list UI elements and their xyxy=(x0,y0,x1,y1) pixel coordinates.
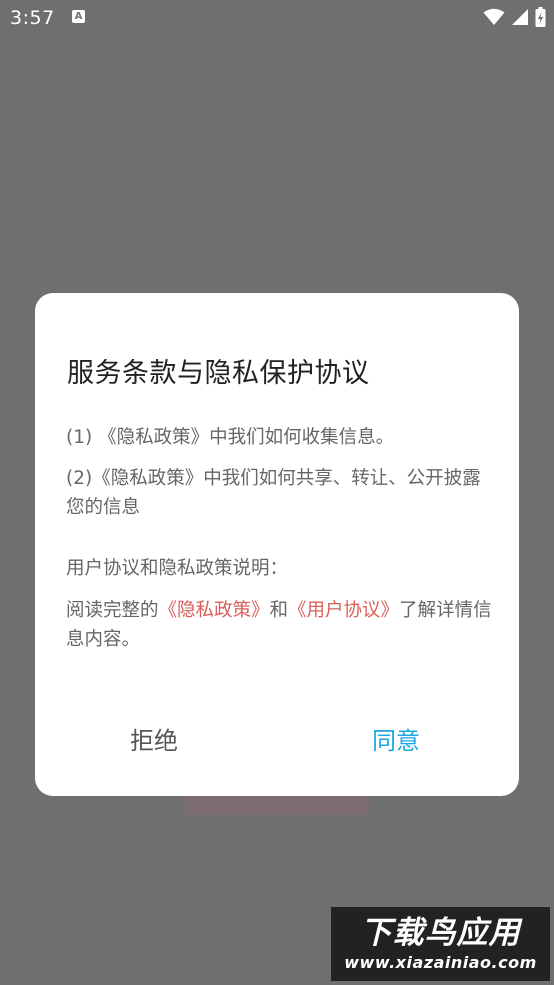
read-middle: 和 xyxy=(269,600,289,621)
privacy-dialog: 服务条款与隐私保护协议 (1) 《隐私政策》中我们如何收集信息。 (2)《隐私政… xyxy=(35,293,519,796)
user-agreement-link[interactable]: 《用户协议》 xyxy=(288,600,399,621)
battery-icon xyxy=(535,7,546,27)
watermark-logo: 下载鸟应用 www.xiazainiao.com xyxy=(331,907,550,981)
status-icons xyxy=(483,7,546,27)
section-label: 用户协议和隐私政策说明： xyxy=(66,558,289,579)
wifi-icon xyxy=(483,8,505,25)
reject-button[interactable]: 拒绝 xyxy=(130,721,178,756)
dialog-title: 服务条款与隐私保护协议 xyxy=(67,358,370,389)
read-full-text: 阅读完整的《隐私政策》和《用户协议》了解详情信息内容。 xyxy=(66,596,494,654)
privacy-policy-link[interactable]: 《隐私政策》 xyxy=(159,600,270,621)
policy-item-collect: (1) 《隐私政策》中我们如何收集信息。 xyxy=(66,427,395,448)
status-time: 3:57 xyxy=(10,7,55,29)
status-bar: 3:57 A xyxy=(0,0,554,36)
watermark-url: www.xiazainiao.com xyxy=(344,953,537,972)
agree-button[interactable]: 同意 xyxy=(372,721,420,756)
notification-a-icon: A xyxy=(72,10,85,23)
read-prefix: 阅读完整的 xyxy=(66,600,159,621)
signal-icon xyxy=(512,9,528,25)
watermark-main: 下载鸟应用 xyxy=(360,915,521,951)
policy-item-share: (2)《隐私政策》中我们如何共享、转让、公开披露您的信息 xyxy=(66,468,481,518)
